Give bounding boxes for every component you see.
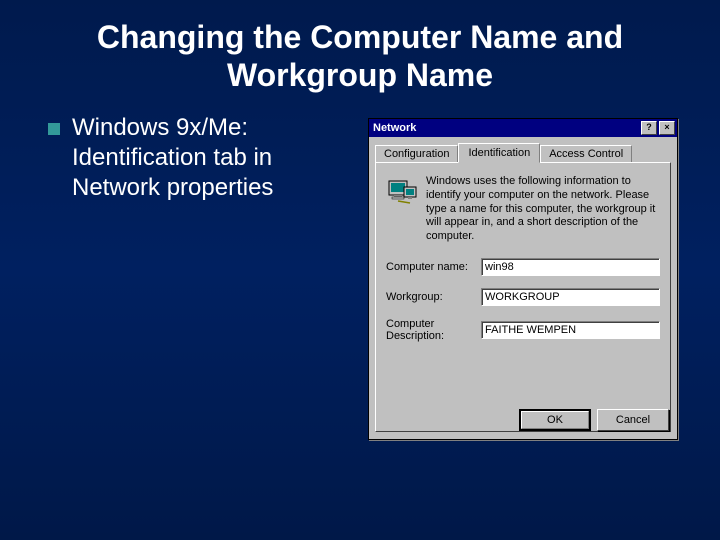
input-description[interactable] xyxy=(481,321,660,339)
help-button[interactable]: ? xyxy=(641,121,657,135)
row-computer-name: Computer name: xyxy=(386,258,660,276)
label-description: Computer Description: xyxy=(386,318,481,342)
dialog-titlebar: Network ? × xyxy=(369,119,677,137)
bullet-text: Windows 9x/Me: Identification tab in Net… xyxy=(72,113,350,203)
bullet-block: Windows 9x/Me: Identification tab in Net… xyxy=(30,105,350,203)
dialog-title: Network xyxy=(373,122,416,134)
row-workgroup: Workgroup: xyxy=(386,288,660,306)
tab-identification[interactable]: Identification xyxy=(458,143,540,163)
close-button[interactable]: × xyxy=(659,121,675,135)
row-description: Computer Description: xyxy=(386,318,660,342)
info-row: Windows uses the following information t… xyxy=(386,175,660,244)
slide-title: Changing the Computer Name and Workgroup… xyxy=(0,0,720,105)
label-workgroup: Workgroup: xyxy=(386,291,481,303)
input-workgroup[interactable] xyxy=(481,288,660,306)
bullet-item: Windows 9x/Me: Identification tab in Net… xyxy=(48,113,350,203)
info-text: Windows uses the following information t… xyxy=(426,175,660,244)
network-dialog: Network ? × Configuration Identification… xyxy=(368,118,678,440)
dialog-button-row: OK Cancel xyxy=(519,409,669,431)
label-computer-name: Computer name: xyxy=(386,261,481,273)
computer-network-icon xyxy=(386,175,418,207)
tab-panel: Windows uses the following information t… xyxy=(375,162,671,432)
cancel-button[interactable]: Cancel xyxy=(597,409,669,431)
ok-button[interactable]: OK xyxy=(519,409,591,431)
tabstrip: Configuration Identification Access Cont… xyxy=(369,137,677,163)
bullet-square-icon xyxy=(48,123,60,135)
input-computer-name[interactable] xyxy=(481,258,660,276)
titlebar-buttons: ? × xyxy=(641,121,675,135)
